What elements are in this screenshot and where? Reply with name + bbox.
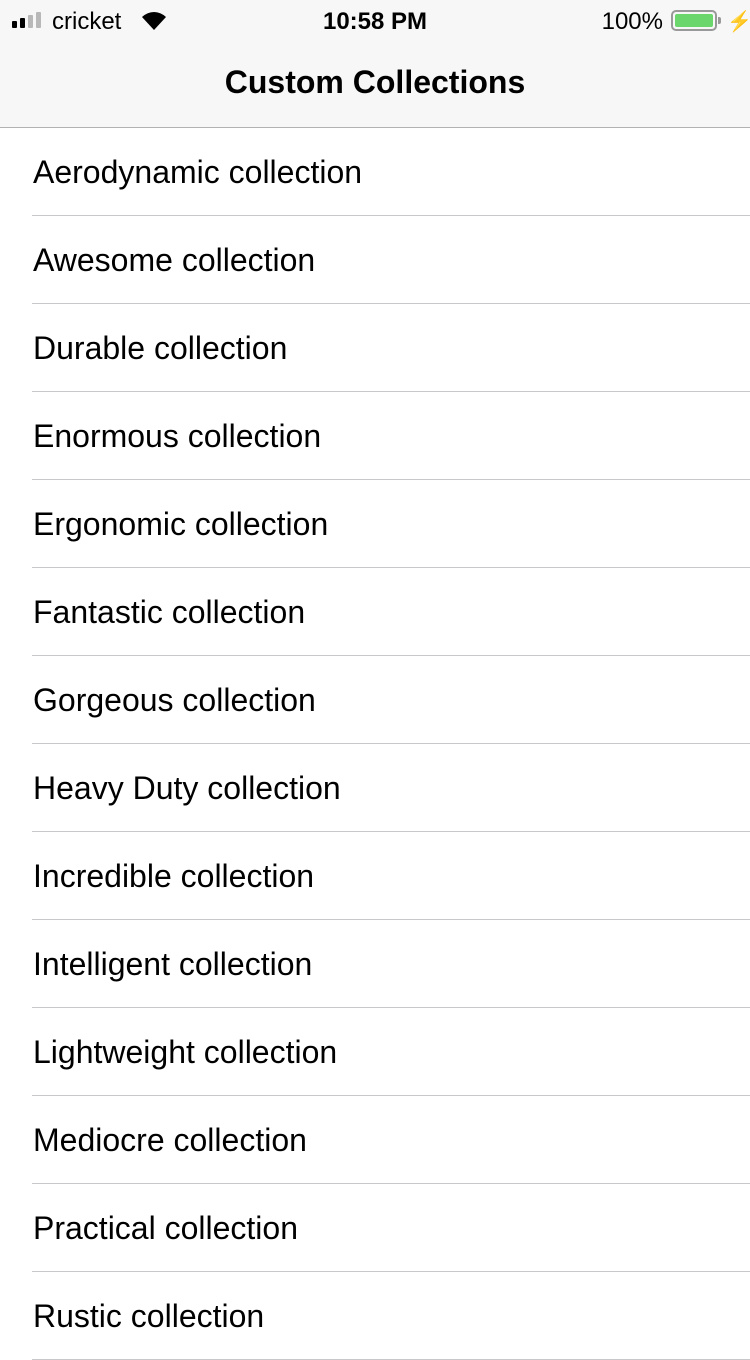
collection-row[interactable]: Incredible collection (0, 832, 750, 920)
collection-label: Awesome collection (33, 241, 316, 278)
collection-row[interactable]: Ergonomic collection (0, 480, 750, 568)
collection-label: Fantastic collection (33, 593, 306, 630)
status-bar: cricket 10:58 PM 100% ⚡ (0, 0, 750, 40)
collection-label: Heavy Duty collection (33, 769, 341, 806)
collection-row[interactable]: Lightweight collection (0, 1008, 750, 1096)
collection-label: Durable collection (33, 329, 288, 366)
page-title: Custom Collections (224, 64, 526, 100)
collection-label: Aerodynamic collection (33, 153, 363, 190)
collection-label: Mediocre collection (33, 1121, 307, 1158)
collection-row[interactable]: Aerodynamic collection (0, 128, 750, 216)
collection-row[interactable]: Fantastic collection (0, 568, 750, 656)
navigation-header: cricket 10:58 PM 100% ⚡ Custom Collectio… (0, 0, 750, 128)
collection-row[interactable]: Heavy Duty collection (0, 744, 750, 832)
collection-label: Ergonomic collection (33, 505, 329, 542)
battery-nub (718, 17, 721, 24)
collection-label: Rustic collection (33, 1297, 265, 1334)
battery-percent: 100% (601, 8, 663, 35)
collections-list: Aerodynamic collection Awesome collection… (0, 128, 750, 1360)
collection-row[interactable]: Mediocre collection (0, 1096, 750, 1184)
collection-row[interactable]: Enormous collection (0, 392, 750, 480)
collection-row[interactable]: Rustic collection (0, 1272, 750, 1360)
collection-label: Incredible collection (33, 857, 315, 894)
collection-label: Practical collection (33, 1209, 298, 1246)
collection-label: Lightweight collection (33, 1033, 338, 1070)
collection-label: Gorgeous collection (33, 681, 316, 718)
collection-label: Intelligent collection (33, 945, 313, 982)
collection-row[interactable]: Practical collection (0, 1184, 750, 1272)
collection-row[interactable]: Gorgeous collection (0, 656, 750, 744)
collection-label: Enormous collection (33, 417, 322, 454)
collection-row[interactable]: Awesome collection (0, 216, 750, 304)
collection-row[interactable]: Durable collection (0, 304, 750, 392)
collection-row[interactable]: Intelligent collection (0, 920, 750, 1008)
battery-icon (671, 10, 717, 31)
charging-icon: ⚡ (727, 11, 750, 33)
